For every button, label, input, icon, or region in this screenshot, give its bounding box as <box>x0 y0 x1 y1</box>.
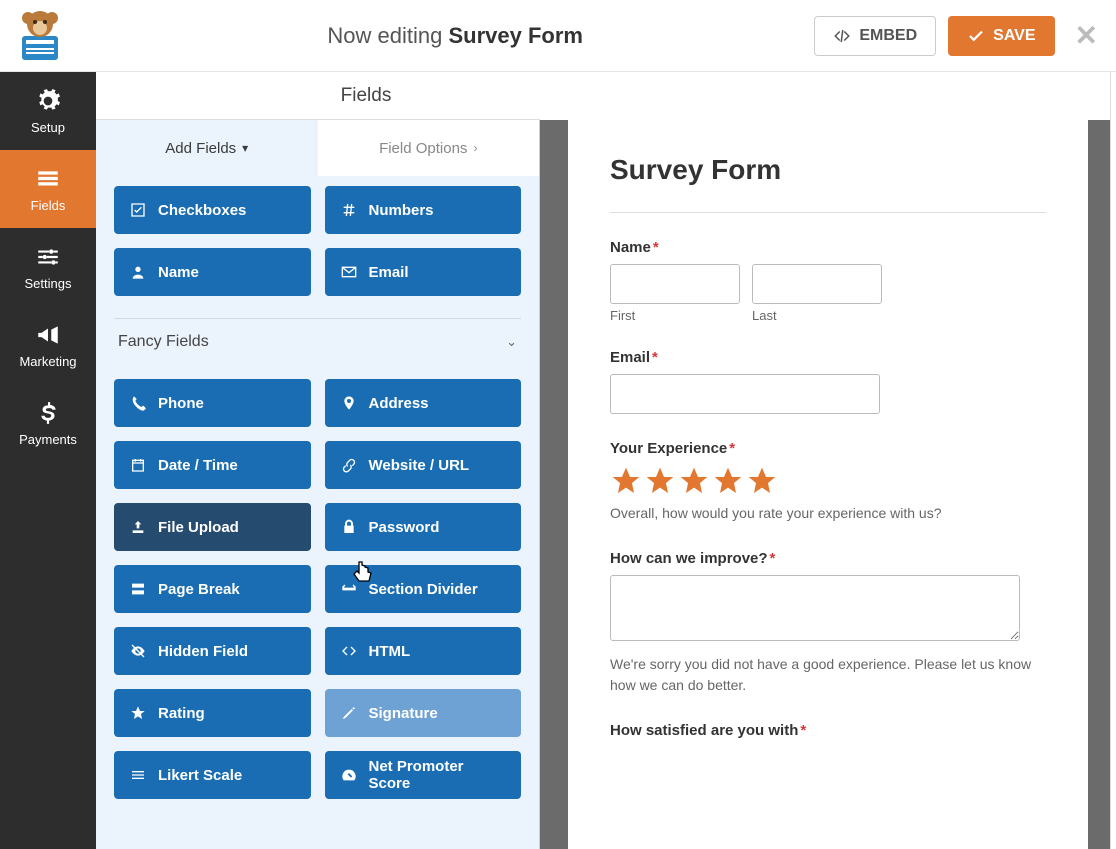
nav-settings[interactable]: Settings <box>0 228 96 306</box>
eye-icon <box>130 643 146 659</box>
bullhorn-icon <box>35 322 61 348</box>
field-address[interactable]: Address <box>325 379 522 427</box>
check-icon <box>130 202 146 218</box>
last-name-input[interactable] <box>752 264 882 304</box>
left-nav: Setup Fields Settings Marketing Payments <box>0 72 96 849</box>
list-icon <box>35 166 61 192</box>
bars-icon <box>130 767 146 783</box>
user-icon <box>130 264 146 280</box>
field-password[interactable]: Password <box>325 503 522 551</box>
field-hidden-field[interactable]: Hidden Field <box>114 627 311 675</box>
link-icon <box>341 457 357 473</box>
star-icon[interactable] <box>712 465 744 497</box>
tab-add-fields[interactable]: Add Fields▾ <box>96 120 318 176</box>
form-title: Survey Form <box>610 154 1046 213</box>
pencil-icon <box>341 705 357 721</box>
field-satisfied[interactable]: How satisfied are you with* <box>610 722 1046 739</box>
divider-icon <box>341 581 357 597</box>
star-icon[interactable] <box>678 465 710 497</box>
app-logo <box>10 8 70 64</box>
field-section-divider[interactable]: Section Divider <box>325 565 522 613</box>
first-name-input[interactable] <box>610 264 740 304</box>
close-button[interactable]: ✕ <box>1075 19 1098 52</box>
embed-button[interactable]: EMBED <box>814 16 936 56</box>
field-website-url[interactable]: Website / URL <box>325 441 522 489</box>
star-icon[interactable] <box>610 465 642 497</box>
field-date-time[interactable]: Date / Time <box>114 441 311 489</box>
field-email[interactable]: Email <box>325 248 522 296</box>
embed-icon <box>833 27 851 45</box>
nav-payments[interactable]: Payments <box>0 384 96 462</box>
nav-marketing[interactable]: Marketing <box>0 306 96 384</box>
gear-icon <box>35 88 61 114</box>
hash-icon <box>341 202 357 218</box>
field-html[interactable]: HTML <box>325 627 522 675</box>
field-experience[interactable]: Your Experience* Overall, how would you … <box>610 440 1046 524</box>
field-name[interactable]: Name <box>114 248 311 296</box>
email-input[interactable] <box>610 374 880 414</box>
editing-title: Now editing Survey Form <box>96 23 814 49</box>
break-icon <box>130 581 146 597</box>
field-name[interactable]: Name* First Last <box>610 239 1046 323</box>
cal-icon <box>130 457 146 473</box>
star-rating[interactable] <box>610 465 1046 497</box>
pin-icon <box>341 395 357 411</box>
field-likert-scale[interactable]: Likert Scale <box>114 751 311 799</box>
fields-panel: Fields Add Fields▾ Field Options› Checkb… <box>96 72 540 849</box>
field-checkboxes[interactable]: Checkboxes <box>114 186 311 234</box>
upload-icon <box>130 519 146 535</box>
code-icon <box>341 643 357 659</box>
chevron-right-icon: › <box>473 141 477 155</box>
field-net-promoter-score[interactable]: Net Promoter Score <box>325 751 522 799</box>
star-icon <box>130 705 146 721</box>
field-file-upload[interactable]: File Upload <box>114 503 311 551</box>
sliders-icon <box>35 244 61 270</box>
field-signature[interactable]: Signature <box>325 689 522 737</box>
nav-fields[interactable]: Fields <box>0 150 96 228</box>
dollar-icon <box>35 400 61 426</box>
lock-icon <box>341 519 357 535</box>
mail-icon <box>341 264 357 280</box>
chevron-down-icon: ▾ <box>242 141 248 155</box>
gauge-icon <box>341 767 357 783</box>
check-icon <box>967 27 985 45</box>
field-rating[interactable]: Rating <box>114 689 311 737</box>
field-page-break[interactable]: Page Break <box>114 565 311 613</box>
tab-field-options[interactable]: Field Options› <box>318 120 540 176</box>
name-label: Name* <box>610 239 1046 256</box>
star-icon[interactable] <box>644 465 676 497</box>
field-email[interactable]: Email* <box>610 349 1046 414</box>
chevron-down-icon: ⌄ <box>506 334 517 350</box>
nav-setup[interactable]: Setup <box>0 72 96 150</box>
improve-textarea[interactable] <box>610 575 1020 641</box>
fancy-fields-header[interactable]: Fancy Fields⌄ <box>114 318 521 365</box>
form-preview: Survey Form Name* First Last Email* Your… <box>540 72 1116 849</box>
top-bar: Now editing Survey Form EMBED SAVE ✕ <box>0 0 1116 72</box>
email-label: Email* <box>610 349 1046 366</box>
field-numbers[interactable]: Numbers <box>325 186 522 234</box>
phone-icon <box>130 395 146 411</box>
field-phone[interactable]: Phone <box>114 379 311 427</box>
save-button[interactable]: SAVE <box>948 16 1054 56</box>
star-icon[interactable] <box>746 465 778 497</box>
field-improve[interactable]: How can we improve?* We're sorry you did… <box>610 550 1046 696</box>
